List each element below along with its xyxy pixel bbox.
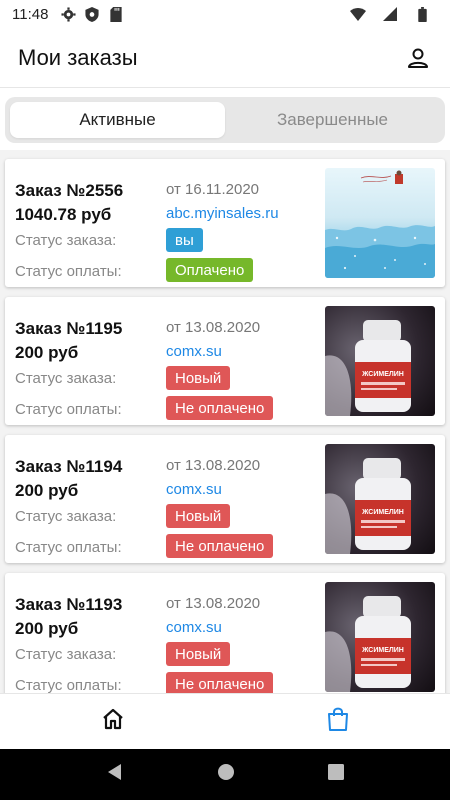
- order-card[interactable]: Заказ №1193 200 руб Статус заказа: Стату…: [5, 573, 445, 693]
- page-title: Мои заказы: [18, 44, 138, 70]
- orders-list[interactable]: Заказ №2556 1040.78 руб Статус заказа: С…: [0, 150, 450, 693]
- orders-tab-switch: Активные Завершенные: [5, 97, 445, 143]
- payment-status-label: Статус оплаты:: [15, 263, 122, 280]
- order-status-label: Статус заказа:: [15, 646, 117, 663]
- home-circle-icon[interactable]: [217, 763, 235, 786]
- recents-square-icon[interactable]: [327, 764, 344, 785]
- battery-icon: [414, 6, 430, 22]
- payment-status-badge: Не оплачено: [166, 396, 274, 420]
- back-icon[interactable]: [106, 763, 124, 786]
- home-icon: [101, 707, 125, 736]
- winter-card-image: [325, 168, 435, 278]
- order-card[interactable]: Заказ №1195 200 руб Статус заказа: Стату…: [5, 297, 445, 425]
- settings-gear-icon: [60, 6, 76, 22]
- order-date: от 13.08.2020: [166, 319, 261, 336]
- status-bar: 11:48: [0, 0, 450, 28]
- nav-orders[interactable]: [225, 694, 450, 749]
- order-price: 200 руб: [15, 619, 79, 638]
- order-status-label: Статус заказа:: [15, 508, 117, 525]
- shop-link[interactable]: abc.myinsales.ru: [166, 205, 279, 222]
- sd-card-icon: [108, 6, 124, 22]
- shield-icon: [84, 6, 100, 22]
- order-price: 200 руб: [15, 481, 79, 500]
- shop-link[interactable]: comx.su: [166, 619, 222, 636]
- shop-link[interactable]: comx.su: [166, 481, 222, 498]
- app-header: Мои заказы: [0, 28, 450, 88]
- tab-completed[interactable]: Завершенные: [225, 102, 440, 138]
- order-number: Заказ №1193: [15, 595, 123, 614]
- product-bottle-image: ЖСИМЕЛИН: [325, 444, 435, 554]
- svg-text:ЖСИМЕЛИН: ЖСИМЕЛИН: [361, 647, 404, 654]
- bottom-navigation: [0, 693, 450, 749]
- wifi-icon: [350, 6, 366, 22]
- product-bottle-image: ЖСИМЕЛИН: [325, 582, 435, 692]
- payment-status-badge: Оплачено: [166, 258, 254, 282]
- order-card[interactable]: Заказ №1194 200 руб Статус заказа: Стату…: [5, 435, 445, 563]
- payment-status-label: Статус оплаты:: [15, 539, 122, 556]
- shop-link[interactable]: comx.su: [166, 343, 222, 360]
- payment-status-badge: Не оплачено: [166, 672, 274, 693]
- nav-home[interactable]: [0, 694, 225, 749]
- order-date: от 16.11.2020: [166, 181, 260, 198]
- order-status-label: Статус заказа:: [15, 370, 117, 387]
- order-status-badge: Новый: [166, 366, 231, 390]
- system-navigation-bar: [0, 749, 450, 800]
- payment-status-label: Статус оплаты:: [15, 401, 122, 418]
- shopping-bag-icon: [326, 706, 350, 737]
- svg-text:ЖСИМЕЛИН: ЖСИМЕЛИН: [361, 509, 404, 516]
- order-status-label: Статус заказа:: [15, 232, 117, 249]
- order-price: 200 руб: [15, 343, 79, 362]
- order-status-badge: вы: [166, 228, 203, 252]
- signal-icon: [382, 6, 398, 22]
- order-status-badge: Новый: [166, 642, 231, 666]
- svg-text:ЖСИМЕЛИН: ЖСИМЕЛИН: [361, 371, 404, 378]
- profile-icon[interactable]: [404, 44, 432, 72]
- payment-status-badge: Не оплачено: [166, 534, 274, 558]
- order-date: от 13.08.2020: [166, 595, 261, 612]
- order-number: Заказ №1194: [15, 457, 123, 476]
- order-price: 1040.78 руб: [15, 205, 112, 224]
- order-date: от 13.08.2020: [166, 457, 261, 474]
- order-number: Заказ №1195: [15, 319, 123, 338]
- product-bottle-image: ЖСИМЕЛИН: [325, 306, 435, 416]
- payment-status-label: Статус оплаты:: [15, 677, 122, 693]
- tab-active[interactable]: Активные: [10, 102, 225, 138]
- order-status-badge: Новый: [166, 504, 231, 528]
- order-number: Заказ №2556: [15, 181, 124, 200]
- order-card[interactable]: Заказ №2556 1040.78 руб Статус заказа: С…: [5, 159, 445, 287]
- status-time: 11:48: [12, 5, 49, 23]
